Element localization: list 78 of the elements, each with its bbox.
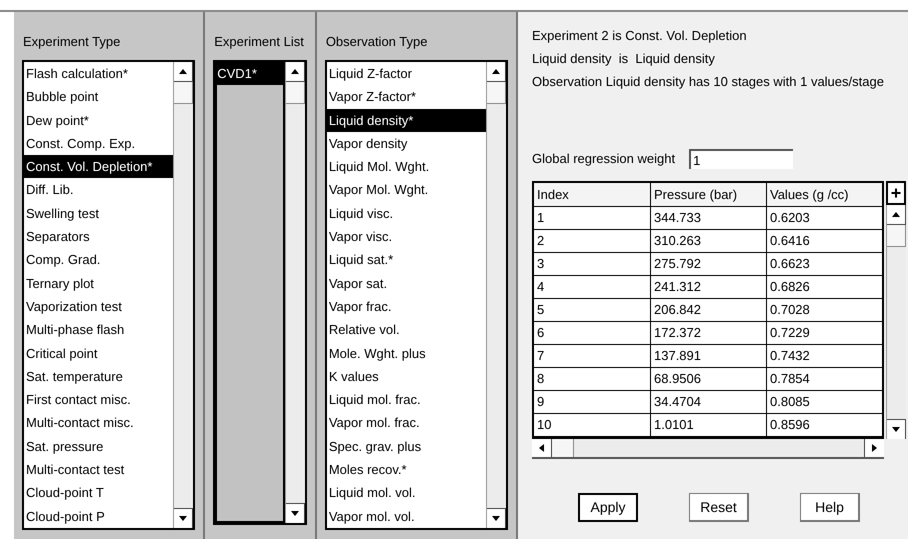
table-cell: 310.263: [650, 230, 766, 253]
down-arrow-icon: [891, 426, 901, 433]
table-cell: 5: [534, 299, 650, 322]
table-cell: 0.7028: [766, 299, 882, 322]
action-button[interactable]: Help: [800, 493, 860, 522]
panel-title: Experiment List: [214, 33, 305, 51]
table-cell: 68.9506: [650, 368, 766, 391]
scroll-down-button[interactable]: [286, 503, 305, 523]
table-cell: 241.312: [650, 276, 766, 299]
table-cell: 344.733: [650, 207, 766, 230]
horizontal-scrollbar[interactable]: [532, 439, 884, 459]
table-cell: 7: [534, 345, 650, 368]
up-arrow-icon: [491, 68, 501, 75]
scroll-up-button[interactable]: [887, 205, 906, 225]
table-cell: 1: [534, 207, 650, 230]
weight-input-field[interactable]: 1: [689, 149, 794, 169]
column-header[interactable]: Pressure (bar): [650, 183, 766, 207]
table-cell: 10: [534, 414, 650, 437]
table-cell: 0.8085: [766, 391, 882, 414]
table-cell: 3: [534, 253, 650, 276]
table-cell: 2: [534, 230, 650, 253]
down-arrow-icon: [290, 510, 300, 517]
up-arrow-icon: [891, 211, 901, 218]
list-item[interactable]: Liquid density*: [326, 108, 486, 132]
scroll-thumb[interactable]: [174, 82, 194, 104]
action-button[interactable]: Apply: [578, 493, 638, 522]
table-cell: 0.8596: [766, 414, 882, 437]
scroll-up-button[interactable]: [487, 62, 506, 82]
field-label: Global regression weight: [532, 150, 676, 168]
column-header[interactable]: Values (g /cc): [766, 183, 882, 207]
panel-title: Observation Type: [326, 33, 428, 51]
table-cell: 0.7229: [766, 322, 882, 345]
scroll-thumb[interactable]: [552, 439, 574, 457]
vertical-scrollbar[interactable]: [284, 62, 305, 523]
scroll-up-button[interactable]: [286, 62, 305, 82]
table-cell: 0.6623: [766, 253, 882, 276]
list-item[interactable]: Const. Vol. Depletion*: [24, 155, 174, 178]
scroll-down-button[interactable]: [487, 508, 506, 528]
table-cell: 4: [534, 276, 650, 299]
table-cell: 0.6826: [766, 276, 882, 299]
scroll-up-button[interactable]: [174, 62, 194, 82]
info-text: Liquid density is Liquid density: [532, 50, 716, 68]
add-row-button[interactable]: +: [886, 181, 906, 205]
right-arrow-icon: [871, 443, 878, 453]
info-text: Observation Liquid density has 10 stages with 1 values/stage: [532, 73, 885, 91]
scroll-thumb[interactable]: [887, 225, 906, 247]
down-arrow-icon: [178, 514, 188, 522]
table-cell: 34.4704: [650, 391, 766, 414]
table-cell: 172.372: [650, 322, 766, 345]
table-cell: 0.7432: [766, 345, 882, 368]
scroll-thumb[interactable]: [286, 82, 305, 104]
table-cell: 0.6203: [766, 207, 882, 230]
left-arrow-icon: [538, 443, 545, 453]
vertical-scrollbar[interactable]: [486, 62, 506, 528]
info-text: Experiment 2 is Const. Vol. Depletion: [532, 27, 748, 45]
table-cell: 1.0101: [650, 414, 766, 437]
vertical-scrollbar[interactable]: [173, 62, 194, 528]
up-arrow-icon: [290, 68, 300, 75]
table-cell: 9: [534, 391, 650, 414]
table-cell: 8: [534, 368, 650, 391]
list-item[interactable]: CVD1*: [215, 62, 285, 86]
column-header[interactable]: Index: [534, 183, 650, 207]
down-arrow-icon: [491, 514, 501, 522]
table-cell: 275.792: [650, 253, 766, 276]
table-cell: 137.891: [650, 345, 766, 368]
scroll-thumb[interactable]: [487, 82, 506, 104]
table-cell: 0.6416: [766, 230, 882, 253]
scroll-down-button[interactable]: [174, 508, 194, 528]
scroll-left-button[interactable]: [532, 439, 552, 457]
table-cell: 6: [534, 322, 650, 345]
vertical-scrollbar[interactable]: [886, 205, 906, 439]
scroll-right-button[interactable]: [864, 439, 884, 457]
scroll-down-button[interactable]: [887, 419, 906, 439]
table-cell: 0.7854: [766, 368, 882, 391]
action-button[interactable]: Reset: [689, 493, 749, 522]
panel-title: Experiment Type: [23, 33, 122, 51]
up-arrow-icon: [178, 68, 188, 75]
table-cell: 206.842: [650, 299, 766, 322]
